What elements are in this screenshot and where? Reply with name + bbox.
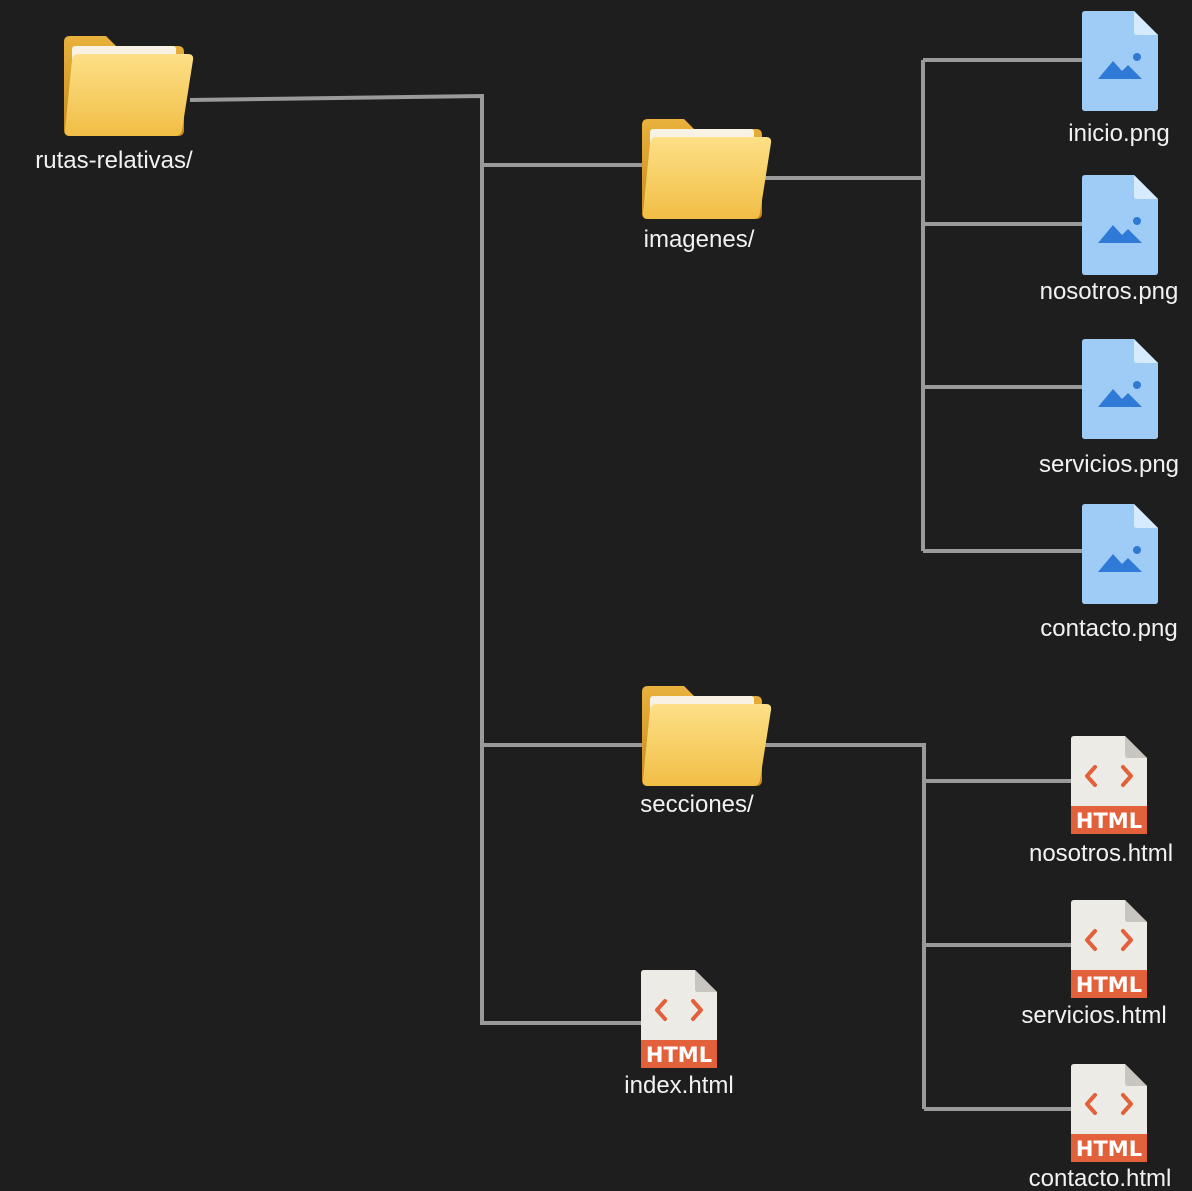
image-file-icon bbox=[1082, 11, 1158, 111]
image-file-inicio[interactable]: inicio.png bbox=[1068, 11, 1170, 147]
root-folder[interactable]: rutas-relativas/ bbox=[35, 36, 194, 174]
image-file-label: inicio.png bbox=[1068, 120, 1169, 147]
html-badge: HTML bbox=[1076, 809, 1142, 833]
root-folder-label: rutas-relativas/ bbox=[35, 147, 193, 174]
folder-icon bbox=[642, 686, 772, 786]
sections-branch bbox=[765, 743, 1075, 1111]
secciones-folder-label: secciones/ bbox=[640, 791, 754, 818]
file-tree-diagram: rutas-relativas/ imagenes/ secciones/ HT… bbox=[35, 11, 1179, 1191]
html-file-label: contacto.html bbox=[1029, 1165, 1172, 1191]
image-file-label: nosotros.png bbox=[1040, 278, 1179, 305]
html-file-nosotros[interactable]: HTML nosotros.html bbox=[1029, 734, 1173, 867]
folder-icon bbox=[64, 36, 194, 136]
image-file-icon bbox=[1082, 339, 1158, 439]
imagenes-folder[interactable]: imagenes/ bbox=[642, 119, 772, 253]
html-file-label: servicios.html bbox=[1021, 1002, 1166, 1029]
image-file-icon bbox=[1082, 175, 1158, 275]
index-html-label: index.html bbox=[624, 1072, 733, 1099]
connector-lines bbox=[189, 58, 1086, 1111]
root-connector bbox=[189, 93, 645, 1025]
image-file-label: servicios.png bbox=[1039, 451, 1179, 478]
imagenes-folder-label: imagenes/ bbox=[644, 226, 755, 253]
html-file-contacto[interactable]: HTML contacto.html bbox=[1029, 1062, 1172, 1191]
image-file-icon bbox=[1082, 504, 1158, 604]
images-branch bbox=[765, 58, 1086, 553]
html-badge: HTML bbox=[1076, 1137, 1142, 1161]
html-badge: HTML bbox=[1076, 973, 1142, 997]
secciones-folder[interactable]: secciones/ bbox=[640, 686, 772, 818]
folder-icon bbox=[642, 119, 772, 219]
html-file-label: nosotros.html bbox=[1029, 840, 1173, 867]
image-file-servicios[interactable]: servicios.png bbox=[1039, 339, 1179, 478]
image-file-nosotros[interactable]: nosotros.png bbox=[1040, 175, 1179, 305]
html-badge: HTML bbox=[646, 1043, 712, 1067]
index-html-file[interactable]: HTML index.html bbox=[624, 968, 734, 1099]
image-file-label: contacto.png bbox=[1040, 615, 1177, 642]
image-file-contacto[interactable]: contacto.png bbox=[1040, 504, 1178, 642]
html-file-servicios[interactable]: HTML servicios.html bbox=[1021, 898, 1167, 1029]
